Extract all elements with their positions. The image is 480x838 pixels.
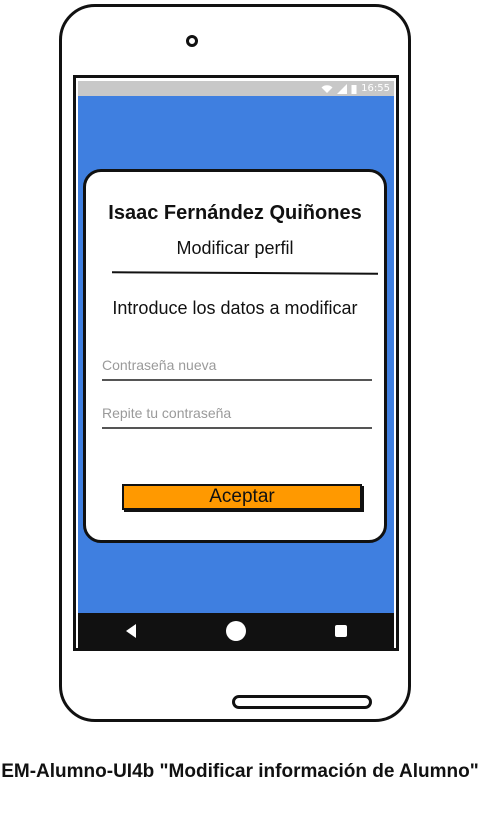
new-password-input[interactable] xyxy=(102,353,372,377)
screen-caption: EM-Alumno-UI4b "Modificar información de… xyxy=(1,761,479,782)
status-time: 16:55 xyxy=(361,83,390,94)
divider xyxy=(111,271,379,275)
home-icon xyxy=(225,620,246,641)
camera-icon xyxy=(186,35,198,47)
back-icon xyxy=(125,623,136,638)
page-subtitle: Modificar perfil xyxy=(176,238,294,258)
instruction-text: Introduce los datos a modificar xyxy=(112,298,358,318)
battery-icon xyxy=(351,84,357,94)
wifi-icon xyxy=(321,84,333,93)
repeat-password-field[interactable] xyxy=(102,401,372,429)
repeat-password-input[interactable] xyxy=(102,401,372,425)
status-icons: 16:55 xyxy=(321,81,390,96)
recents-icon xyxy=(335,624,348,637)
accept-button[interactable]: Aceptar xyxy=(122,484,362,510)
recents-button[interactable] xyxy=(326,616,356,646)
back-button[interactable] xyxy=(116,616,146,646)
navigation-bar xyxy=(78,613,394,648)
signal-icon xyxy=(337,83,348,94)
home-button[interactable] xyxy=(232,695,372,709)
home-nav-button[interactable] xyxy=(221,616,251,646)
user-name: Isaac Fernández Quiñones xyxy=(108,202,362,224)
new-password-field[interactable] xyxy=(102,353,372,381)
status-bar: 16:55 xyxy=(78,81,394,96)
profile-card: Isaac Fernández Quiñones Modificar perfi… xyxy=(83,169,387,543)
